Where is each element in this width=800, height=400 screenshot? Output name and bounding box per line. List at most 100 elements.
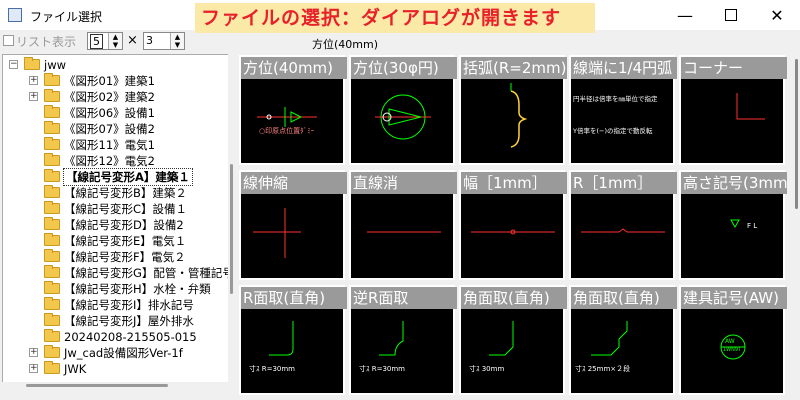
rows-spinner[interactable]: 3 ▲ ▼ [143,32,185,50]
tree-item-label: 《図形01》建築1 [64,74,155,88]
grid-vertical-scrollbar[interactable] [792,55,800,400]
folder-icon [44,281,60,294]
expand-icon[interactable]: + [29,92,38,101]
symbol-thumbnail[interactable]: 建具記号(AW) AW 1WN9T [679,285,787,395]
symbol-drawing [736,93,765,120]
folder-icon [44,265,60,278]
folder-icon [44,217,60,230]
symbol-drawing [367,231,441,233]
columns-value[interactable]: 5 [90,34,103,49]
tree-item-label: 《図形06》設備1 [64,106,155,120]
symbol-note: 寸ｽ R=30mm [359,364,405,373]
instruction-banner: ファイルの選択：ダイアログが開きます [195,3,595,33]
folder-icon [44,169,60,182]
folder-icon [44,185,60,198]
scrollbar-thumb[interactable] [795,59,798,209]
expand-icon[interactable]: + [29,364,38,373]
symbol-note: 寸ｽ 30mm [469,364,504,373]
folder-icon [44,153,60,166]
symbol-drawing: 寸ｽ R=30mm [359,321,405,373]
symbol-thumbnail[interactable]: 括弧(R=2mm) [459,55,567,165]
scrollbar-thumb[interactable] [230,164,233,294]
tree-item-label: 【線記号変形E】電気１ [64,234,187,248]
symbol-thumbnail[interactable]: 角面取(直角) 寸ｽ 25mm×２段 [569,285,677,395]
symbol-thumbnail[interactable]: コーナー [679,55,787,165]
symbol-note: AW [725,338,735,345]
minimize-button[interactable]: — [662,0,708,30]
folder-icon [44,345,60,358]
app-icon [8,8,22,22]
symbol-thumbnail[interactable]: R面取(直角) 寸ｽ R=30mm [239,285,347,395]
symbol-caption: 逆R面取 [351,287,457,309]
folder-icon [44,105,60,118]
folder-icon [44,233,60,246]
folder-icon [44,201,60,214]
symbol-caption: コーナー [681,57,787,79]
tree-item-label: 【線記号変形B】建築２ [64,186,187,200]
tree-item-label: 【線記号変形D】設備2 [64,218,184,232]
spinner-arrows-icon[interactable]: ▲ ▼ [108,33,122,49]
times-sign: × [127,33,138,48]
tree-item-label: jww [44,58,67,72]
list-display-checkbox[interactable] [3,35,14,46]
symbol-thumbnail[interactable]: 線伸縮 [239,170,347,280]
symbol-thumbnail[interactable]: 方位(30φ円) [349,55,457,165]
symbol-drawing: ○印原点位置ﾀﾞﾐｰ [257,107,317,135]
symbol-thumbnail[interactable]: 方位(40mm) ○印原点位置ﾀﾞﾐｰ [239,55,347,165]
folder-icon [44,249,60,262]
symbol-drawing: 円半径は倍率を㎜単位で指定 Y倍率を(−)の指定で動反転 [572,94,658,135]
symbol-drawing: 寸ｽ 25mm×２段 [575,321,630,373]
symbol-caption: 括弧(R=2mm) [461,57,567,79]
symbol-drawing [471,229,555,235]
symbol-drawing: 寸ｽ 30mm [469,321,514,373]
folder-tree[interactable]: − jww + 《図形01》建築1 + 《図形02》建築2 《図形06》設備1 《図形07》設… [2,54,229,390]
close-icon: ✕ [770,5,784,25]
folder-icon [44,313,60,326]
tree-horizontal-scrollbar[interactable] [2,382,229,390]
tree-item-label: 《図形02》建築2 [64,90,155,104]
symbol-drawing [510,83,528,148]
symbol-thumbnail[interactable]: 幅［1mm］ [459,170,567,280]
symbol-thumbnail[interactable]: R［1mm］ [569,170,677,280]
folder-icon [44,297,60,310]
symbol-drawing: 寸ｽ R=30mm [249,321,295,373]
maximize-button[interactable] [708,0,754,30]
symbol-caption: R面取(直角) [241,287,347,309]
symbol-note: F L [747,222,757,230]
symbol-thumbnail[interactable]: 高さ記号(3mm) F L [679,170,787,280]
symbol-caption: 幅［1mm］ [461,172,567,194]
folder-icon [44,89,60,102]
tree-item-label: 20240208-215505-015 [64,330,197,344]
symbol-note: ○印原点位置ﾀﾞﾐｰ [259,126,315,135]
symbol-caption: 角面取(直角) [571,287,677,309]
tree-item-label: 【線記号変形C】設備１ [64,202,188,216]
folder-icon [44,329,60,342]
spinner-arrows-icon[interactable]: ▲ ▼ [170,33,184,49]
symbol-caption: 高さ記号(3mm) [681,172,787,194]
rows-value[interactable]: 3 [146,34,153,47]
symbol-caption: 角面取(直角) [461,287,567,309]
symbol-caption: 線伸縮 [241,172,347,194]
symbol-grid[interactable]: 方位(40mm) ○印原点位置ﾀﾞﾐｰ 方位(30φ円) 括弧(R=2mm) 線端に1/… [238,55,794,400]
symbol-thumbnail[interactable]: 角面取(直角) 寸ｽ 30mm [459,285,567,395]
list-display-label: リスト表示 [16,35,77,49]
maximize-icon [725,9,737,21]
tree-item-label: 【線記号変形J】屋外排水 [64,314,194,328]
symbol-caption: 線端に1/4円弧 [571,57,677,79]
symbol-thumbnail[interactable]: 直線消 [349,170,457,280]
columns-spinner[interactable]: 5 ▲ ▼ [87,32,123,50]
symbol-drawing [581,228,665,233]
close-button[interactable]: ✕ [754,0,800,30]
expand-icon[interactable]: + [29,348,38,357]
scrollbar-thumb[interactable] [26,384,168,387]
tree-item-label: 【線記号変形G】配管・管種記号 [64,266,229,280]
tree-vertical-scrollbar[interactable] [228,54,236,390]
expand-icon[interactable]: + [29,76,38,85]
symbol-thumbnail[interactable]: 逆R面取寸ｽ R=30mm [349,285,457,395]
tree-item-label: 【線記号変形F】電気２ [64,250,186,264]
symbol-caption: 直線消 [351,172,457,194]
symbol-thumbnail[interactable]: 線端に1/4円弧円半径は倍率を㎜単位で指定 Y倍率を(−)の指定で動反転 [569,55,677,165]
symbol-caption: 建具記号(AW) [681,287,787,309]
symbol-note: 1WN9T [723,347,742,353]
collapse-icon[interactable]: − [9,60,18,69]
